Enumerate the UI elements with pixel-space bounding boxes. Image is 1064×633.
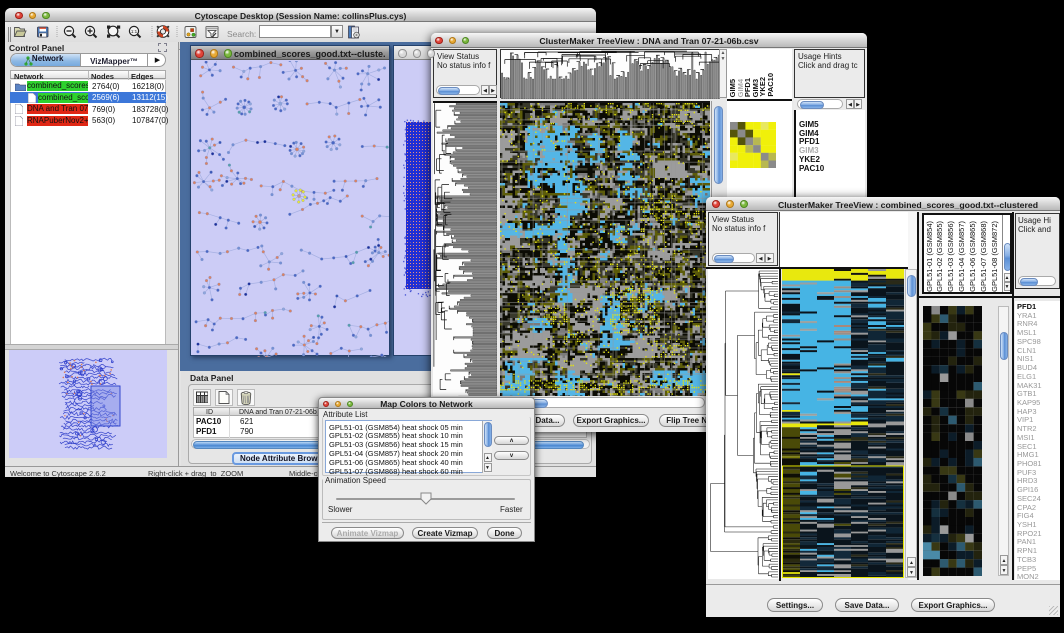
svg-text:1:1: 1:1 [131, 29, 138, 34]
